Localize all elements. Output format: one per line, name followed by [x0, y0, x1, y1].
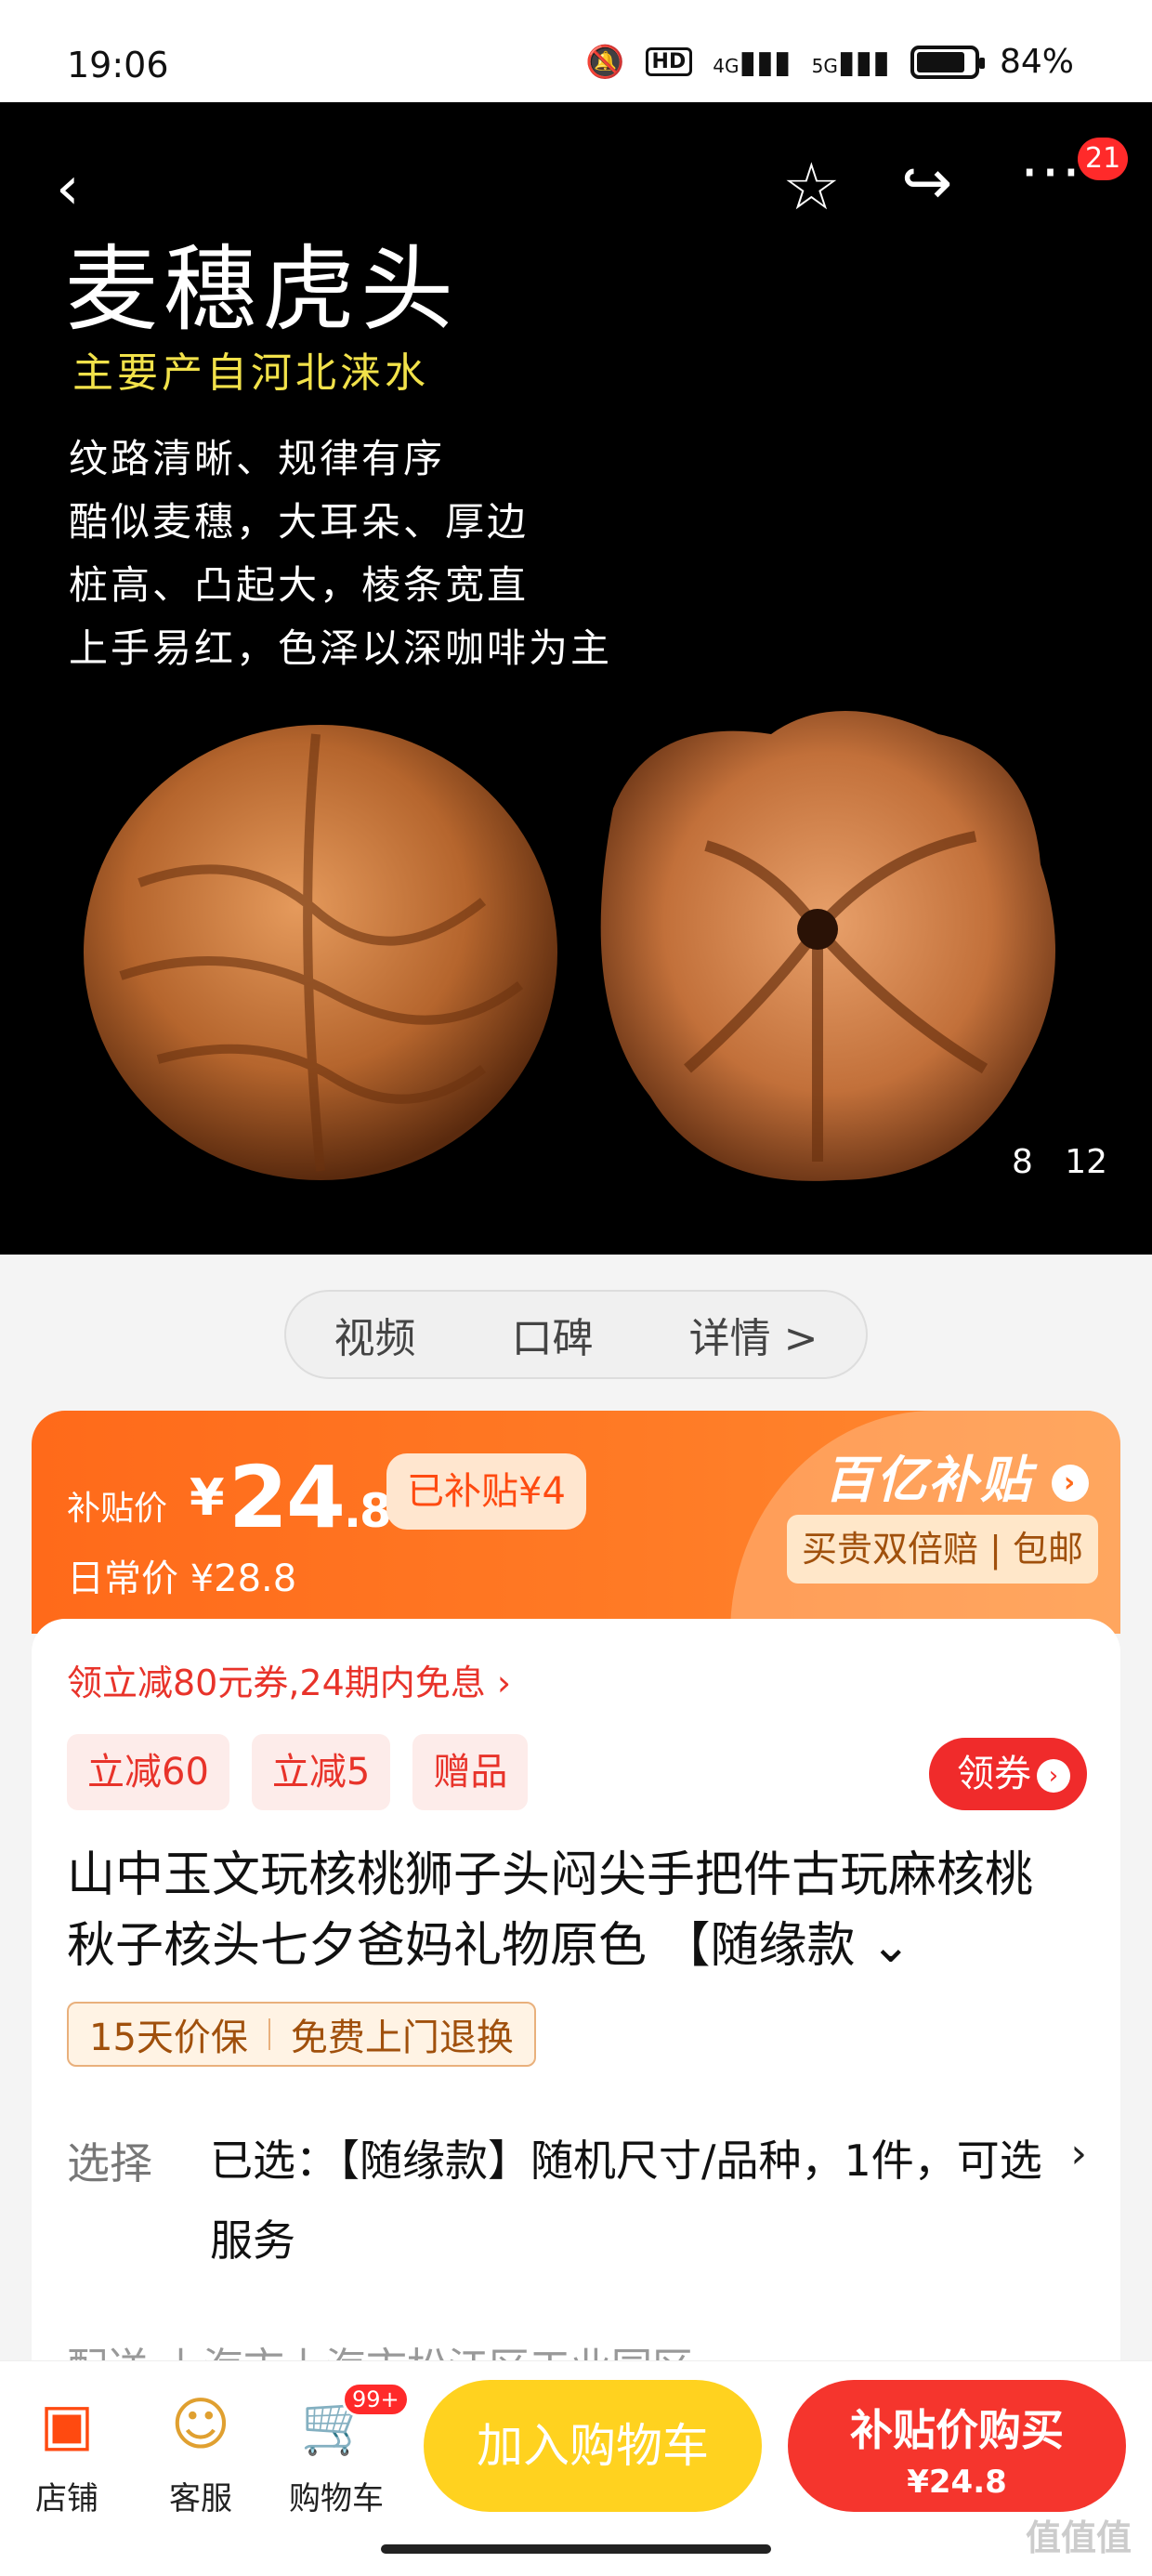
image-title: 麦穗虎头: [65, 235, 459, 344]
subsidy-price-label: 补贴价: [67, 1490, 168, 1528]
regular-price: 日常价 ¥28.8: [67, 1557, 297, 1600]
shop-icon: ▣: [39, 2390, 95, 2458]
currency-symbol: ¥: [190, 1468, 225, 1527]
service-guarantees[interactable]: 15天价保 免费上门退换: [67, 2002, 536, 2067]
favorite-star-icon[interactable]: ☆: [782, 149, 841, 225]
battery-icon: [910, 45, 985, 79]
clock: 19:06: [67, 45, 169, 85]
promo-tag: 赠品: [412, 1734, 529, 1810]
coupon-promo-link[interactable]: 领立减80元券,24期内免息 ›: [67, 1654, 511, 1705]
image-subtitle: 主要产自河北涞水: [72, 349, 429, 397]
product-info-card: 领立减80元券,24期内免息 › 立减60 立减5 赠品 领券 › 山中玉文玩核桃…: [32, 1619, 1120, 2392]
status-bar: 19:06 🔕 HD 4G▮▮▮ 5G▮▮▮ 84%: [0, 0, 1152, 102]
price-protect-label: 15天价保: [89, 2017, 248, 2059]
message-count-badge: 21: [1078, 138, 1129, 180]
hd-icon: HD: [645, 47, 693, 76]
subsidized-amount-tag: 已补贴¥4: [386, 1453, 586, 1530]
customer-service-icon: ☺: [170, 2390, 231, 2458]
image-description: 纹路清晰、规律有序 酷似麦穗，大耳朵、厚边 桩高、凸起大，棱条宽直 上手易红，色…: [69, 427, 612, 680]
share-icon[interactable]: ↪: [901, 147, 952, 218]
tab-video[interactable]: 视频: [325, 1305, 425, 1364]
tab-details[interactable]: 详情 >: [680, 1305, 828, 1364]
chevron-right-icon: ›: [1052, 1465, 1089, 1503]
back-icon[interactable]: ‹: [56, 154, 80, 223]
assurance-badge: 买贵双倍赔 | 包邮: [787, 1515, 1098, 1584]
image-line: 纹路清晰、规律有序: [69, 436, 446, 481]
walnut-illustration: [84, 711, 1055, 1181]
image-line: 桩高、凸起大，棱条宽直: [69, 562, 530, 608]
signal-5g-icon: 5G▮▮▮: [811, 43, 890, 81]
bell-off-icon: 🔕: [585, 43, 625, 81]
watermark: 值值值: [1025, 2517, 1132, 2558]
battery-percent: 84%: [999, 43, 1074, 81]
image-counter: 8 12: [1011, 1143, 1107, 1181]
promo-tags: 立减60 立减5 赠品: [67, 1734, 529, 1810]
promo-tag: 立减5: [251, 1734, 391, 1810]
signal-4g-icon: 4G▮▮▮: [713, 43, 792, 81]
price-banner: 补贴价 ¥ 24.8 已补贴¥4 日常价 ¥28.8 百亿补贴 › 买贵双倍赔 …: [32, 1411, 1120, 1634]
selected-options[interactable]: 已选：【随缘款】随机尺寸/品种，1件，可选服务: [210, 2121, 1046, 2280]
status-icons: 🔕 HD 4G▮▮▮ 5G▮▮▮ 84%: [585, 43, 1074, 81]
billion-subsidy-brand[interactable]: 百亿补贴 ›: [824, 1439, 1089, 1512]
image-line: 酷似麦穗，大耳朵、厚边: [69, 499, 530, 545]
shop-button[interactable]: ▣ 店铺: [11, 2387, 123, 2518]
subsidy-price: 24.8: [229, 1448, 392, 1547]
chevron-right-icon[interactable]: ›: [1070, 2130, 1087, 2177]
more-icon[interactable]: ···: [1020, 139, 1082, 208]
buy-now-button[interactable]: 补贴价购买 ¥24.8: [788, 2380, 1126, 2512]
chevron-right-icon: ›: [1037, 1759, 1070, 1793]
product-title[interactable]: 山中玉文玩核桃狮子头闷尖手把件古玩麻核桃秋子核头七夕爸妈礼物原色 【随缘款 ⌄: [67, 1840, 1080, 1981]
tab-reviews[interactable]: 口碑: [503, 1305, 603, 1364]
image-line: 上手易红，色泽以深咖啡为主: [69, 625, 613, 671]
add-to-cart-button[interactable]: 加入购物车: [424, 2380, 762, 2512]
home-indicator[interactable]: [381, 2544, 771, 2554]
cart-count-badge: 99+: [342, 2382, 410, 2417]
select-label: 选择: [67, 2138, 152, 2188]
media-tabs: 视频 口碑 详情 >: [284, 1290, 868, 1379]
customer-service-button[interactable]: ☺ 客服: [145, 2387, 256, 2518]
promo-tag: 立减60: [67, 1734, 229, 1810]
free-return-label: 免费上门退换: [290, 2017, 514, 2059]
cart-button[interactable]: 🛒 99+ 购物车: [281, 2382, 410, 2518]
get-coupon-button[interactable]: 领券 ›: [929, 1738, 1087, 1810]
product-image-carousel[interactable]: ‹ ☆ ↪ ··· 21 麦穗虎头 主要产自河北涞水 纹路清晰、规律有序 酷似麦…: [0, 102, 1152, 1255]
